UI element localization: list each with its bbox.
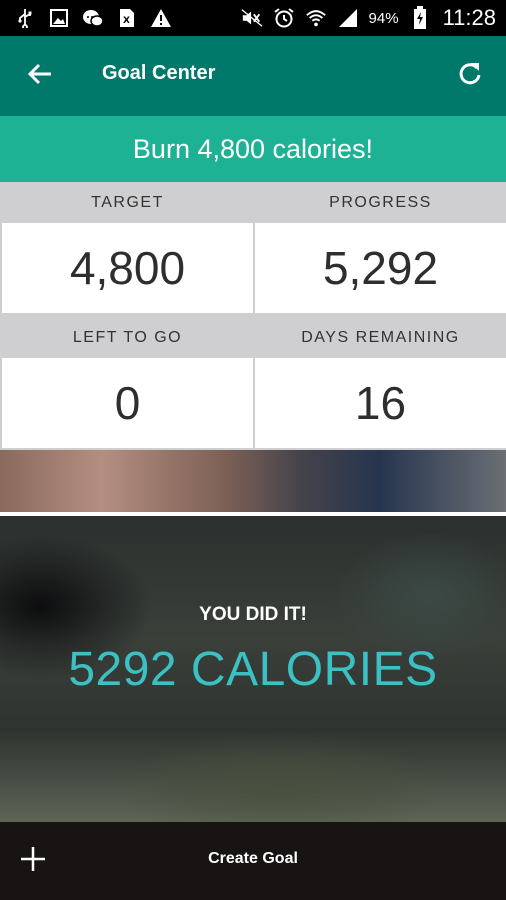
chat-icon [82, 7, 104, 29]
arrow-left-icon [27, 62, 53, 91]
target-value: 4,800 [2, 223, 253, 313]
left-to-go-value: 0 [2, 358, 253, 448]
page-title: Goal Center [102, 62, 216, 84]
excel-icon: X [116, 7, 138, 29]
bottom-bar: Create Goal [0, 822, 506, 900]
battery-percentage: 94% [368, 9, 399, 27]
wifi-icon [305, 7, 327, 29]
refresh-icon [457, 61, 483, 92]
app-bar: Goal Center [0, 36, 506, 116]
usb-icon [14, 7, 36, 29]
left-to-go-label: LEFT TO GO [72, 328, 183, 346]
achievement-headline: YOU DID IT! [199, 604, 307, 625]
create-goal-button[interactable]: Create Goal [0, 850, 506, 868]
target-label: TARGET [91, 193, 164, 211]
mute-icon [241, 7, 263, 29]
left-to-go-stat: LEFT TO GO 0 [2, 317, 253, 448]
days-remaining-stat: DAYS REMAINING 16 [255, 317, 506, 448]
back-button[interactable] [20, 58, 60, 94]
goal-banner: Burn 4,800 calories! [0, 116, 506, 182]
stats-grid: TARGET 4,800 PROGRESS 5,292 LEFT TO GO 0… [0, 182, 506, 450]
progress-stat: PROGRESS 5,292 [255, 182, 506, 313]
status-bar: X 94% 11:28 [0, 0, 506, 36]
background-photo-strip [0, 450, 506, 512]
refresh-button[interactable] [450, 58, 490, 94]
progress-value: 5,292 [255, 223, 506, 313]
achievement-calories: 5292 CALORIES [68, 643, 438, 696]
days-remaining-value: 16 [255, 358, 506, 448]
progress-label: PROGRESS [329, 193, 432, 211]
target-stat: TARGET 4,800 [2, 182, 253, 313]
signal-icon [337, 7, 359, 29]
image-icon [48, 7, 70, 29]
warning-icon [150, 7, 172, 29]
achievement-panel: YOU DID IT! 5292 CALORIES [0, 516, 506, 822]
days-remaining-label: DAYS REMAINING [301, 328, 460, 346]
battery-icon [409, 6, 431, 29]
clock-time: 11:28 [442, 5, 496, 30]
svg-text:X: X [123, 16, 130, 26]
alarm-icon [273, 7, 295, 29]
